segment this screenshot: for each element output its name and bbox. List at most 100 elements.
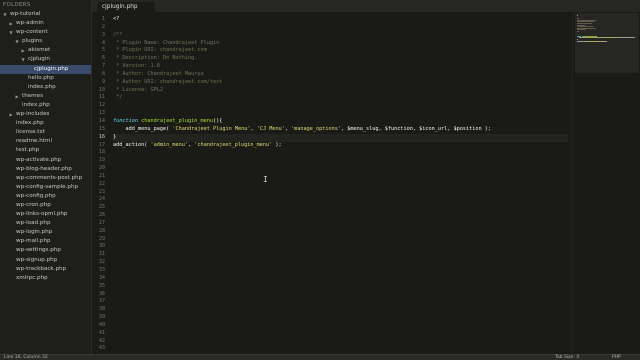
tree-item[interactable]: ▶ akismet: [0, 46, 91, 55]
code-line[interactable]: [113, 345, 568, 353]
tree-item[interactable]: ▼ plugins: [0, 37, 91, 46]
code-line[interactable]: [113, 212, 568, 220]
tree-item[interactable]: ▶ wp-admin: [0, 19, 91, 28]
tree-item[interactable]: readme.html: [0, 137, 91, 146]
code-line[interactable]: [113, 181, 568, 189]
code-line[interactable]: [113, 189, 568, 197]
code-line[interactable]: [113, 157, 568, 165]
code-line[interactable]: [113, 236, 568, 244]
line-number: 42: [98, 337, 105, 344]
tree-item[interactable]: wp-comments-post.php: [0, 174, 91, 183]
tree-item-label: plugins: [22, 38, 43, 45]
code-line[interactable]: [113, 102, 568, 110]
code-line[interactable]: [113, 220, 568, 228]
tree-item[interactable]: index.php: [0, 101, 91, 110]
tree-item[interactable]: wp-signup.php: [0, 256, 91, 265]
code-line[interactable]: }: [113, 133, 568, 142]
code-line[interactable]: [113, 314, 568, 322]
tree-item[interactable]: wp-config-sample.php: [0, 183, 91, 192]
disclosure-closed-icon[interactable]: ▶: [8, 19, 14, 28]
code-line[interactable]: <?: [113, 16, 568, 24]
sidebar: FOLDERS ▼ wp-tutorial ▶ wp-admin ▼ wp-content…: [0, 0, 92, 354]
code-line[interactable]: * Plugin URI: chandrajeet.com: [113, 47, 568, 55]
tree-item[interactable]: wp-config.php: [0, 192, 91, 201]
code-line[interactable]: * Author URI: chandrajeet.com/test: [113, 79, 568, 87]
line-number: 36: [98, 290, 105, 297]
tree-item[interactable]: cjplugin.php: [0, 64, 91, 74]
code-line[interactable]: [113, 204, 568, 212]
code-line[interactable]: [113, 173, 568, 181]
tree-item[interactable]: wp-activate.php: [0, 156, 91, 165]
tree-item[interactable]: index.php: [0, 119, 91, 128]
tree-item[interactable]: ▼ cjplugin: [0, 55, 91, 64]
disclosure-open-icon[interactable]: ▼: [14, 37, 20, 46]
disclosure-open-icon[interactable]: ▼: [8, 28, 14, 37]
code-line[interactable]: add_menu_page( 'Chandrajeet Plugin Menu'…: [113, 126, 568, 134]
code-line[interactable]: [113, 24, 568, 32]
code-line[interactable]: [113, 330, 568, 338]
tree-item[interactable]: xmlrpc.php: [0, 274, 91, 283]
line-number: 37: [98, 298, 105, 305]
disclosure-open-icon[interactable]: ▼: [2, 10, 8, 19]
code-line[interactable]: [113, 306, 568, 314]
disclosure-closed-icon[interactable]: ▶: [20, 46, 26, 55]
code-line[interactable]: [113, 259, 568, 267]
minimap-line: [583, 40, 591, 42]
code-line[interactable]: [113, 283, 568, 291]
code-line[interactable]: /**: [113, 32, 568, 40]
code-line[interactable]: */: [113, 94, 568, 102]
tab-cjplugin[interactable]: cjplugin.php: [97, 2, 155, 13]
code-line[interactable]: * Plugin Name: Chandrajeet Plugin: [113, 40, 568, 48]
tree-item[interactable]: license.txt: [0, 128, 91, 137]
code-line[interactable]: * License: GPL2: [113, 87, 568, 95]
syntax-selector[interactable]: PHP: [612, 355, 621, 360]
tree-item[interactable]: ▶ wp-includes: [0, 110, 91, 119]
code-line[interactable]: [113, 291, 568, 299]
tree-item[interactable]: ▶ themes: [0, 92, 91, 101]
tree-item[interactable]: test.php: [0, 146, 91, 155]
code-line[interactable]: add_action( 'admin_menu', 'chandrajeet_p…: [113, 142, 568, 150]
code-line[interactable]: [113, 165, 568, 173]
line-number: 35: [98, 282, 105, 289]
code-line[interactable]: * Description: Do Nothing.: [113, 55, 568, 63]
tree-item[interactable]: wp-mail.php: [0, 237, 91, 246]
code-line[interactable]: [113, 110, 568, 118]
code-line[interactable]: [113, 275, 568, 283]
code-area[interactable]: <?/** * Plugin Name: Chandrajeet Plugin …: [113, 16, 568, 353]
code-line[interactable]: [113, 243, 568, 251]
tree-item-label: wp-comments-post.php: [16, 174, 83, 181]
tree-item[interactable]: wp-cron.php: [0, 201, 91, 210]
disclosure-closed-icon[interactable]: ▶: [14, 92, 20, 101]
tree-item[interactable]: ▼ wp-tutorial: [0, 10, 91, 19]
minimap[interactable]: [572, 13, 640, 354]
code-line[interactable]: [113, 149, 568, 157]
code-line[interactable]: [113, 228, 568, 236]
code-line[interactable]: * Version: 1.0: [113, 63, 568, 71]
tree-item[interactable]: index.php: [0, 83, 91, 92]
code-line[interactable]: [113, 338, 568, 346]
disclosure-closed-icon[interactable]: ▶: [8, 110, 14, 119]
tree-item[interactable]: wp-load.php: [0, 219, 91, 228]
code-line[interactable]: * Author: Chandrajeet Maurya: [113, 71, 568, 79]
line-number: 28: [98, 227, 105, 234]
tree-item[interactable]: wp-login.php: [0, 228, 91, 237]
tree-item[interactable]: wp-trackback.php: [0, 265, 91, 274]
line-number: 29: [98, 235, 105, 242]
code-line[interactable]: function chandrajeet_plugin_menu(){: [113, 118, 568, 126]
code-line[interactable]: [113, 298, 568, 306]
tree-item[interactable]: hello.php: [0, 74, 91, 83]
code-editor[interactable]: 1 2 3 4 5 6 7 8 9 10 11 12 13 14 15 16 17 18 19 20 21 22 23 24 2…: [92, 13, 572, 354]
tree-item[interactable]: ▼ wp-content: [0, 28, 91, 37]
tree-item[interactable]: wp-blog-header.php: [0, 165, 91, 174]
code-line[interactable]: [113, 196, 568, 204]
tab-size-selector[interactable]: Tab Size: 4: [555, 355, 579, 360]
code-line[interactable]: [113, 267, 568, 275]
tree-item[interactable]: wp-links-opml.php: [0, 210, 91, 219]
line-number: 2: [101, 23, 105, 30]
tree-item[interactable]: wp-settings.php: [0, 246, 91, 255]
code-token: * Description: Do Nothing.: [113, 55, 198, 62]
file-tree: ▼ wp-tutorial ▶ wp-admin ▼ wp-content ▼ plugins…: [0, 10, 91, 283]
disclosure-open-icon[interactable]: ▼: [20, 55, 26, 64]
code-line[interactable]: [113, 322, 568, 330]
code-line[interactable]: [113, 251, 568, 259]
